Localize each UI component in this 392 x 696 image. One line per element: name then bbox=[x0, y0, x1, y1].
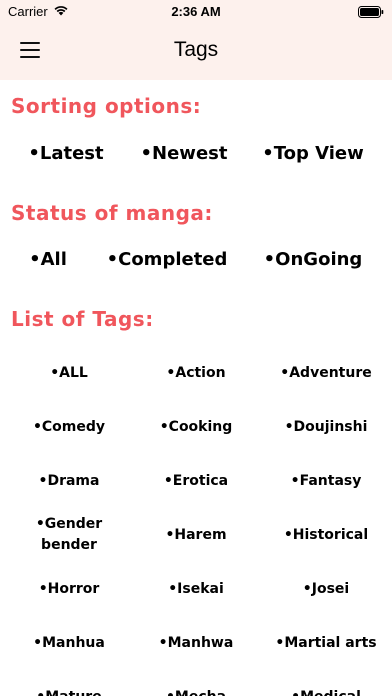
tag-comedy[interactable]: •Comedy bbox=[4, 400, 134, 454]
battery-icon bbox=[358, 6, 384, 18]
status-all-option[interactable]: •All bbox=[29, 249, 67, 270]
tag-fantasy[interactable]: •Fantasy bbox=[261, 454, 391, 508]
page-title: Tags bbox=[173, 38, 219, 61]
status-ongoing-option[interactable]: •OnGoing bbox=[264, 249, 363, 270]
tag-erotica[interactable]: •Erotica bbox=[131, 454, 261, 508]
sorting-options-heading: Sorting options: bbox=[11, 94, 202, 118]
clock: 2:36 AM bbox=[171, 4, 221, 19]
tag-historical[interactable]: •Historical bbox=[261, 508, 391, 562]
tag-drama[interactable]: •Drama bbox=[4, 454, 134, 508]
tag-manhwa[interactable]: •Manhwa bbox=[131, 616, 261, 670]
sort-newest-option[interactable]: •Newest bbox=[141, 143, 228, 164]
tag-doujinshi[interactable]: •Doujinshi bbox=[261, 400, 391, 454]
tag-medical[interactable]: •Medical bbox=[261, 670, 391, 696]
tag-adventure[interactable]: •Adventure bbox=[261, 346, 391, 400]
tags-heading: List of Tags: bbox=[11, 307, 154, 331]
status-completed-option[interactable]: •Completed bbox=[107, 249, 228, 270]
status-bar: Carrier 2:36 AM bbox=[0, 0, 392, 24]
tag-manhua[interactable]: •Manhua bbox=[4, 616, 134, 670]
status-heading: Status of manga: bbox=[11, 201, 213, 225]
tag-action[interactable]: •Action bbox=[131, 346, 261, 400]
tag-mature[interactable]: •Mature bbox=[4, 670, 134, 696]
navigation-bar: Tags bbox=[0, 24, 392, 80]
tag-martial-arts[interactable]: •Martial arts bbox=[261, 616, 391, 670]
tag-mecha[interactable]: •Mecha bbox=[131, 670, 261, 696]
tag-isekai[interactable]: •Isekai bbox=[131, 562, 261, 616]
tag-josei[interactable]: •Josei bbox=[261, 562, 391, 616]
tag-harem[interactable]: •Harem bbox=[131, 508, 261, 562]
sort-latest-option[interactable]: •Latest bbox=[28, 143, 103, 164]
tag-cooking[interactable]: •Cooking bbox=[131, 400, 261, 454]
tag-all[interactable]: •ALL bbox=[4, 346, 134, 400]
tag-horror[interactable]: •Horror bbox=[4, 562, 134, 616]
sort-top-view-option[interactable]: •Top View bbox=[262, 143, 364, 164]
tag-gender-bender[interactable]: •Gender bender bbox=[19, 508, 119, 562]
